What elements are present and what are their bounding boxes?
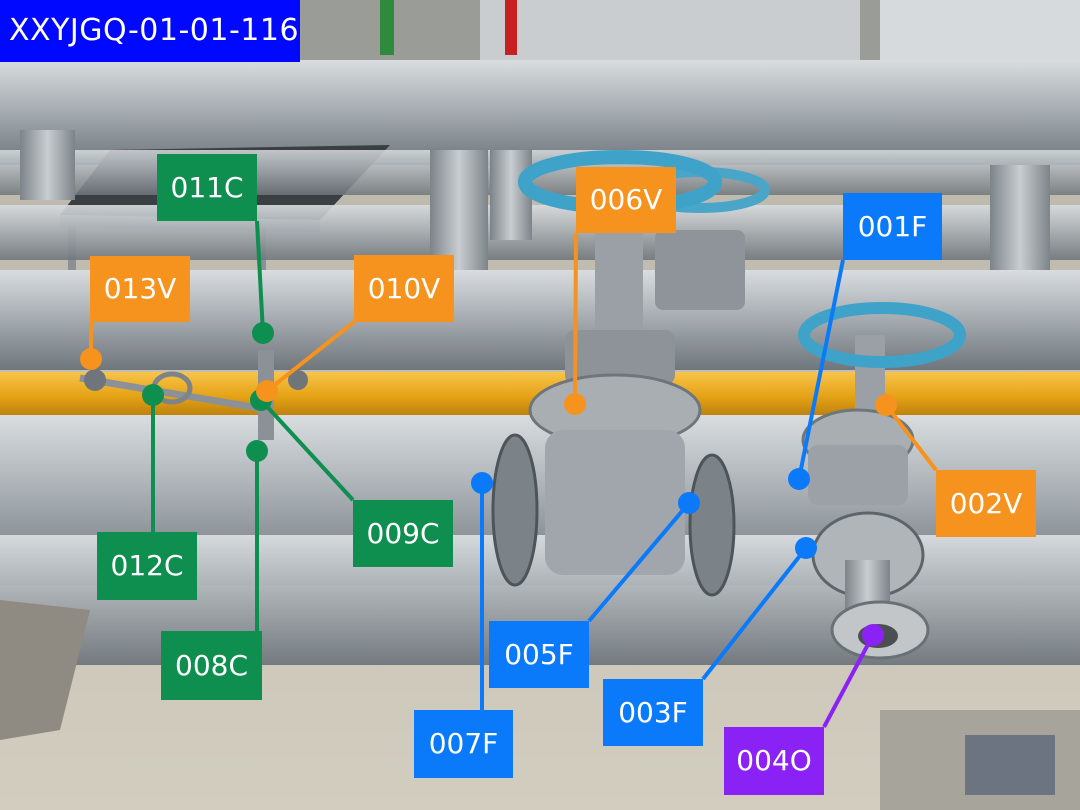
marker-dot-007f: [471, 472, 493, 494]
leader-line-001f: [797, 259, 845, 480]
label-tag-006v: 006V: [576, 167, 676, 233]
marker-dot-001f: [788, 468, 810, 490]
marker-dot-002v: [875, 394, 897, 416]
marker-dot-008c: [246, 440, 268, 462]
marker-dot-010v: [256, 380, 278, 402]
leader-line-005f: [587, 501, 691, 623]
marker-dot-011c: [252, 322, 274, 344]
label-tag-003f: 003F: [603, 679, 703, 746]
annotated-photo: XXYJGQ-01-01-116 001F 002V 003F 004O 005F 006…: [0, 0, 1080, 810]
label-tag-013v: 013V: [90, 256, 190, 322]
leader-line-002v: [884, 403, 938, 472]
marker-dot-013v: [80, 348, 102, 370]
leader-line-010v: [265, 320, 356, 393]
label-tag-009c: 009C: [353, 500, 453, 567]
label-tag-008c: 008C: [161, 631, 262, 700]
leader-line-003f: [701, 546, 808, 681]
marker-dot-005f: [678, 492, 700, 514]
label-tag-001f: 001F: [843, 193, 942, 260]
label-tag-004o: 004O: [724, 727, 824, 795]
label-tag-010v: 010V: [354, 255, 454, 322]
image-title: XXYJGQ-01-01-116: [0, 0, 300, 62]
marker-dot-003f: [795, 537, 817, 559]
leader-line-006v: [573, 232, 578, 405]
label-tag-007f: 007F: [414, 710, 513, 778]
marker-dot-006v: [564, 393, 586, 415]
leader-line-011c: [255, 220, 265, 334]
label-tag-002v: 002V: [936, 470, 1036, 537]
label-tag-012c: 012C: [97, 532, 197, 600]
marker-dot-012c: [142, 384, 164, 406]
leader-line-009c: [259, 398, 355, 502]
marker-dot-004o: [862, 624, 884, 646]
label-tag-005f: 005F: [489, 621, 589, 688]
leader-line-004o: [822, 634, 875, 728]
label-tag-011c: 011C: [157, 154, 257, 221]
